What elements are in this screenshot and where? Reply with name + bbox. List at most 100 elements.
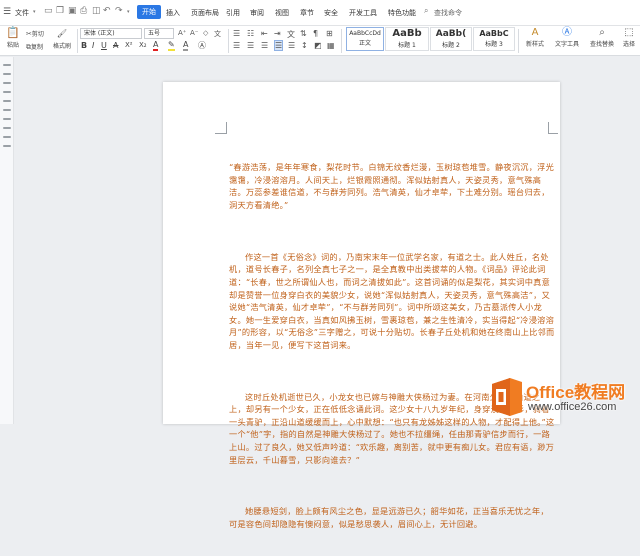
paragraph[interactable]: 她腰悬短剑，脸上颇有风尘之色，显是远游已久；韶华如花，正当喜乐无忧之年，可是容色… [229, 505, 555, 530]
tab-insert[interactable]: 插入 [166, 8, 180, 18]
copy-label: 复制 [31, 44, 44, 51]
divider [518, 29, 519, 53]
find-replace-button[interactable]: ⌕ 查找替换 [585, 27, 619, 48]
redo-icon[interactable]: ↷ [115, 6, 123, 16]
nav-handle-icon[interactable] [3, 136, 11, 138]
document-page[interactable]: “春游浩荡，是年年寒食，梨花时节。白锦无纹香烂漫，玉树琼苞堆雪。静夜沉沉，浮光霭… [163, 82, 560, 529]
nav-handle-icon[interactable] [3, 91, 11, 93]
nav-handle-icon[interactable] [3, 82, 11, 84]
search-command[interactable]: 查找命令 [434, 8, 462, 18]
nav-handle-icon[interactable] [3, 64, 11, 66]
line-spacing-icon[interactable]: ↕ [301, 41, 308, 50]
style-name: 标题 2 [442, 42, 460, 49]
style-heading-1[interactable]: AaBb 标题 1 [385, 27, 429, 51]
nav-handle-icon[interactable] [3, 145, 11, 147]
style-normal[interactable]: AaBbCcDd 正文 [346, 27, 384, 51]
bullets-icon[interactable]: ☰ [233, 29, 240, 38]
clear-format-icon[interactable]: ◇ [203, 29, 208, 37]
style-heading-2[interactable]: AaBb( 标题 2 [430, 27, 472, 51]
pinyin-icon[interactable]: 文 [214, 29, 221, 39]
nav-handle-icon[interactable] [3, 100, 11, 102]
file-menu[interactable]: 文件 [15, 8, 29, 18]
chinese-layout-icon[interactable]: 文 [287, 29, 295, 40]
undo-icon[interactable]: ↶ [103, 6, 111, 16]
tab-references[interactable]: 引用 [226, 8, 240, 18]
select-button[interactable]: ⬚ 选择 [620, 27, 638, 48]
tab-security[interactable]: 安全 [324, 8, 338, 18]
highlight-icon[interactable]: ✎ [168, 40, 175, 51]
hamburger-icon[interactable]: ☰ [3, 7, 11, 17]
office-logo-icon [492, 378, 522, 416]
search-icon: ⌕ [424, 6, 429, 15]
decrease-indent-icon[interactable]: ⇤ [261, 29, 268, 38]
cut-label: 剪切 [31, 31, 44, 38]
margin-corner-top-right [548, 122, 558, 134]
border-icon[interactable]: ▦ [327, 41, 335, 50]
menu-bar: ☰ 文件 ▾ ▭ ❐ ▣ ⎙ ◫ ↶ ↷ ▾ 开始 插入 页面布局 引用 审阅 … [0, 0, 640, 26]
char-shading-icon[interactable]: A [183, 40, 189, 51]
document-body[interactable]: “春游浩荡，是年年寒食，梨花时节。白锦无纹香烂漫，玉树琼苞堆雪。静夜沉沉，浮光霭… [229, 136, 555, 556]
paragraph[interactable]: 作这一首《无俗念》词的，乃南宋末年一位武学名家，有道之士。此人姓丘，名处机，道号… [229, 251, 555, 352]
tab-page-layout[interactable]: 页面布局 [191, 8, 219, 18]
font-name-select[interactable]: 宋体 (正文) [80, 28, 142, 39]
more-icon[interactable]: ▾ [127, 9, 130, 15]
cut-button[interactable]: ✂剪切 [26, 28, 44, 40]
nav-handle-icon[interactable] [3, 73, 11, 75]
align-left-icon[interactable]: ☰ [233, 41, 240, 50]
divider [228, 29, 229, 53]
style-sample: AaBb [392, 28, 422, 39]
new-doc-icon[interactable]: ▭ [44, 6, 53, 16]
tab-developer[interactable]: 开发工具 [349, 8, 377, 18]
justify-icon[interactable]: ☰ [274, 40, 284, 51]
select-label: 选择 [622, 41, 635, 48]
distribute-icon[interactable]: ☰ [288, 41, 295, 50]
watermark-logo: Office教程网 www.office26.com [486, 376, 636, 420]
cursor-icon: ⬚ [624, 27, 634, 38]
table-border-icon[interactable]: ⊞ [326, 29, 333, 38]
copy-button[interactable]: ⧉复制 [26, 41, 43, 53]
new-style-label: 新样式 [525, 41, 544, 48]
numbering-icon[interactable]: ☷ [247, 29, 254, 38]
bold-icon[interactable]: B [81, 41, 87, 50]
align-right-icon[interactable]: ☰ [261, 41, 268, 50]
paste-button[interactable]: 📋 粘贴 [3, 27, 23, 54]
font-size-select[interactable]: 五号 [144, 28, 174, 39]
underline-icon[interactable]: U [101, 41, 107, 50]
find-icon: ⌕ [599, 27, 605, 38]
print-preview-icon[interactable]: ◫ [92, 6, 101, 16]
style-sample: AaBbCcDd [349, 30, 381, 37]
tab-view[interactable]: 视图 [275, 8, 289, 18]
superscript-icon[interactable]: X² [125, 41, 133, 49]
print-icon[interactable]: ⎙ [80, 6, 87, 16]
show-marks-icon[interactable]: ¶ [313, 29, 318, 38]
strikethrough-icon[interactable]: A [113, 41, 118, 50]
increase-indent-icon[interactable]: ⇥ [274, 29, 281, 38]
font-color-icon[interactable]: A [153, 40, 159, 51]
nav-handle-icon[interactable] [3, 118, 11, 120]
italic-icon[interactable]: I [92, 41, 94, 50]
tab-chapter[interactable]: 章节 [300, 8, 314, 18]
tab-special[interactable]: 特色功能 [388, 8, 416, 18]
align-center-icon[interactable]: ☰ [247, 41, 254, 50]
nav-handle-icon[interactable] [3, 109, 11, 111]
nav-handle-icon[interactable] [3, 127, 11, 129]
open-icon[interactable]: ❐ [56, 6, 64, 16]
shrink-font-icon[interactable]: A⁻ [190, 29, 198, 37]
grow-font-icon[interactable]: A⁺ [178, 29, 186, 37]
divider [341, 29, 342, 53]
tab-home[interactable]: 开始 [137, 5, 161, 19]
sort-icon[interactable]: ⇅ [300, 29, 307, 38]
shading-icon[interactable]: ◩ [314, 41, 322, 50]
style-name: 标题 1 [398, 42, 416, 49]
format-painter-button[interactable]: 🖌 格式刷 [51, 28, 73, 50]
ribbon-toolbar: 📋 粘贴 ✂剪切 ⧉复制 🖌 格式刷 宋体 (正文) 五号 A⁺ A⁻ ◇ 文 … [0, 26, 640, 56]
tab-review[interactable]: 审阅 [250, 8, 264, 18]
style-heading-3[interactable]: AaBbC 标题 3 [473, 27, 515, 51]
find-replace-label: 查找替换 [589, 41, 614, 48]
text-tool-button[interactable]: Ⓐ 文字工具 [551, 27, 583, 48]
new-style-button[interactable]: A 新样式 [521, 27, 549, 48]
paragraph[interactable]: “春游浩荡，是年年寒食，梨花时节。白锦无纹香烂漫，玉树琼苞堆雪。静夜沉沉，浮光霭… [229, 161, 555, 211]
char-border-icon[interactable]: Ⓐ [198, 40, 206, 51]
save-icon[interactable]: ▣ [68, 6, 77, 16]
subscript-icon[interactable]: X₂ [139, 41, 147, 49]
